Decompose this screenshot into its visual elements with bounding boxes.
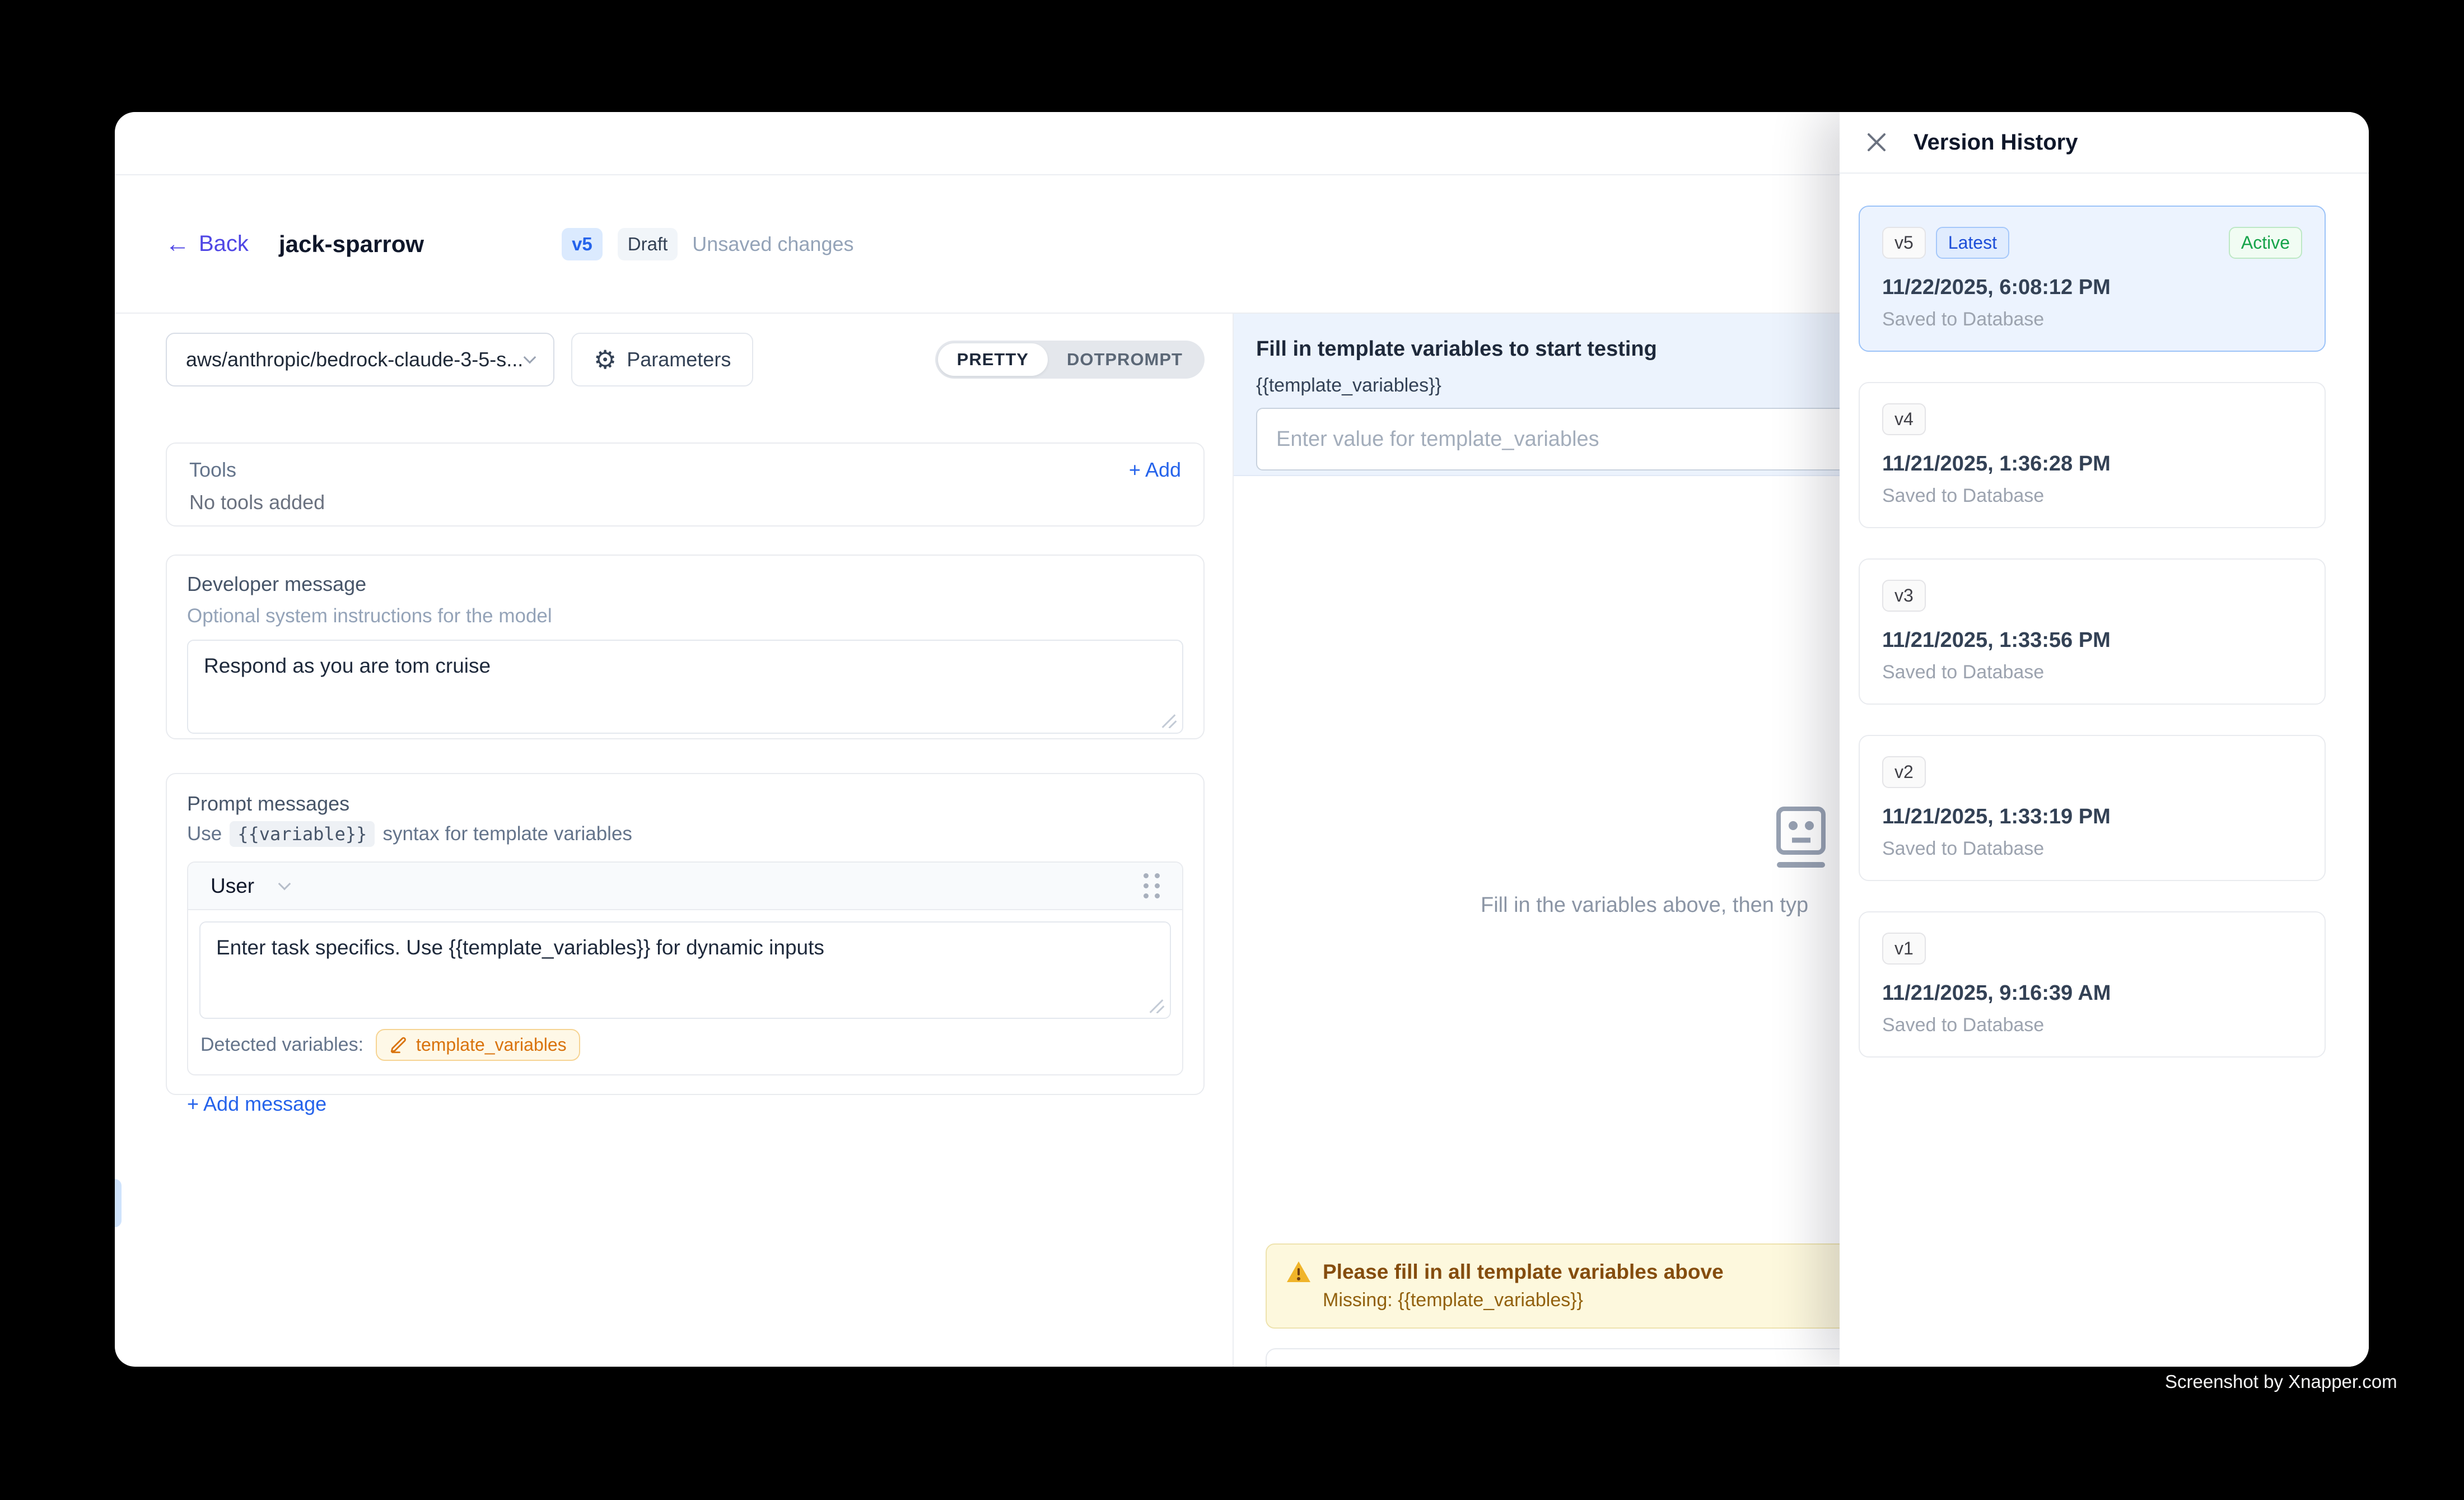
bot-icon: [1770, 805, 1832, 874]
resize-handle-icon[interactable]: [1161, 711, 1178, 728]
version-date: 11/21/2025, 1:33:19 PM: [1882, 805, 2302, 829]
template-variable-name: template_variables: [416, 1035, 567, 1055]
version-tag-badge: v1: [1882, 933, 1926, 965]
version-list: v5 Latest Active 11/22/2025, 6:08:12 PM …: [1840, 174, 2369, 1058]
developer-message-subtitle: Optional system instructions for the mod…: [187, 605, 1183, 627]
hint-prefix: Use: [187, 823, 222, 845]
version-card[interactable]: v1 11/21/2025, 9:16:39 AM Saved to Datab…: [1859, 911, 2326, 1058]
close-icon[interactable]: [1864, 130, 1889, 155]
message-role-select[interactable]: User: [211, 874, 254, 898]
developer-message-section: Developer message Optional system instru…: [166, 555, 1205, 739]
empty-state-text: Fill in the variables above, then typ: [1481, 893, 1808, 917]
version-history-panel: Version History v5 Latest Active 11/22/2…: [1840, 112, 2369, 1367]
template-variable-chip[interactable]: template_variables: [376, 1029, 580, 1061]
version-tag-badge: v5: [1882, 227, 1926, 259]
parameters-label: Parameters: [627, 348, 731, 371]
version-card[interactable]: v3 11/21/2025, 1:33:56 PM Saved to Datab…: [1859, 558, 2326, 705]
detected-variables-label: Detected variables:: [200, 1034, 363, 1056]
prompt-messages-title: Prompt messages: [187, 792, 1183, 816]
version-card[interactable]: v2 11/21/2025, 1:33:19 PM Saved to Datab…: [1859, 735, 2326, 881]
version-tag-badge: v4: [1882, 403, 1926, 435]
parameters-button[interactable]: ⚙ Parameters: [571, 333, 753, 386]
back-button[interactable]: ← Back: [165, 231, 249, 257]
version-card[interactable]: v5 Latest Active 11/22/2025, 6:08:12 PM …: [1859, 206, 2326, 352]
model-select-value: aws/anthropic/bedrock-claude-3-5-s...: [186, 348, 523, 371]
prompt-messages-section: Prompt messages Use {{variable}} syntax …: [166, 773, 1205, 1095]
warning-title: Please fill in all template variables ab…: [1323, 1260, 1724, 1284]
variable-syntax-hint: Use {{variable}} syntax for template var…: [187, 821, 1183, 847]
chevron-down-icon: [524, 351, 536, 364]
version-status: Saved to Database: [1882, 485, 2302, 507]
variable-syntax-code: {{variable}}: [230, 821, 375, 847]
version-status: Saved to Database: [1882, 662, 2302, 683]
version-history-title: Version History: [1914, 130, 2078, 155]
latest-badge: Latest: [1936, 227, 2009, 259]
version-status: Saved to Database: [1882, 838, 2302, 860]
developer-message-title: Developer message: [187, 572, 1183, 596]
warning-icon: [1286, 1260, 1312, 1284]
page-title: jack-sparrow: [279, 231, 424, 258]
active-badge: Active: [2229, 227, 2302, 259]
add-tool-button[interactable]: + Add: [1129, 458, 1181, 482]
pencil-icon: [389, 1036, 408, 1055]
version-badge: v5: [562, 228, 603, 260]
version-tag-badge: v2: [1882, 756, 1926, 788]
drag-handle-icon[interactable]: [1144, 873, 1160, 898]
draft-badge: Draft: [618, 228, 678, 260]
version-status: Saved to Database: [1882, 1014, 2302, 1036]
app-window: ← Back jack-sparrow v5 Draft Unsaved cha…: [115, 112, 2369, 1367]
version-date: 11/21/2025, 1:36:28 PM: [1882, 452, 2302, 476]
message-role-header: User: [188, 863, 1182, 910]
gear-icon: ⚙: [594, 347, 617, 372]
message-block: User Enter task specifics. Use {{templat…: [187, 861, 1183, 1075]
unsaved-changes-label: Unsaved changes: [692, 232, 853, 256]
editor-pane: aws/anthropic/bedrock-claude-3-5-s... ⚙ …: [115, 314, 1234, 1367]
chevron-down-icon[interactable]: [278, 877, 291, 890]
toggle-pretty[interactable]: PRETTY: [938, 343, 1048, 376]
version-date: 11/21/2025, 1:33:56 PM: [1882, 628, 2302, 653]
resize-handle-icon[interactable]: [1149, 996, 1165, 1013]
tools-title: Tools: [189, 458, 236, 482]
version-tag-badge: v3: [1882, 580, 1926, 612]
floating-button-sliver[interactable]: [115, 1179, 122, 1227]
version-card[interactable]: v4 11/21/2025, 1:36:28 PM Saved to Datab…: [1859, 382, 2326, 528]
watermark-text: Screenshot by Xnapper.com: [2165, 1371, 2397, 1392]
message-content-input[interactable]: Enter task specifics. Use {{template_var…: [199, 921, 1171, 1019]
tools-section: Tools + Add No tools added: [166, 442, 1205, 527]
version-date: 11/21/2025, 9:16:39 AM: [1882, 981, 2302, 1005]
version-date: 11/22/2025, 6:08:12 PM: [1882, 276, 2302, 300]
model-select[interactable]: aws/anthropic/bedrock-claude-3-5-s...: [166, 333, 554, 386]
version-history-header: Version History: [1840, 112, 2369, 174]
version-status: Saved to Database: [1882, 309, 2302, 330]
back-arrow-icon: ←: [165, 232, 190, 257]
format-toggle: PRETTY DOTPROMPT: [935, 341, 1205, 379]
toggle-dotprompt[interactable]: DOTPROMPT: [1048, 343, 1202, 376]
hint-suffix: syntax for template variables: [382, 823, 632, 845]
add-message-button[interactable]: + Add message: [187, 1092, 1183, 1116]
back-label: Back: [199, 231, 249, 257]
tools-empty-text: No tools added: [189, 491, 1181, 514]
developer-message-input[interactable]: Respond as you are tom cruise: [187, 640, 1183, 734]
